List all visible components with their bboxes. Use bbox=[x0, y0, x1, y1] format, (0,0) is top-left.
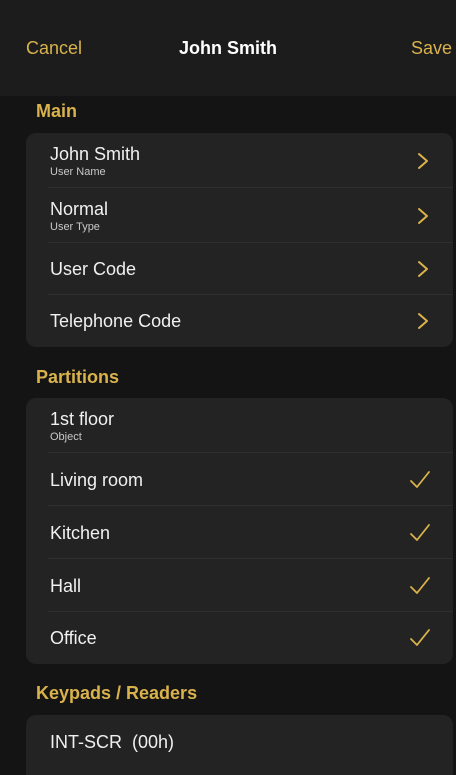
partition-row-hall[interactable]: Hall bbox=[26, 559, 453, 612]
chevron-right-icon bbox=[418, 313, 428, 329]
telephone-code-row[interactable]: Telephone Code bbox=[26, 295, 453, 347]
keypad-row-int-scr[interactable]: INT-SCR (00h) bbox=[26, 715, 453, 769]
page-title: John Smith bbox=[179, 38, 277, 58]
keypads-card: INT-SCR (00h) bbox=[26, 715, 453, 775]
checkmark-icon bbox=[410, 629, 430, 646]
user-name-value: John Smith bbox=[50, 143, 141, 164]
user-type-row[interactable]: Normal User Type bbox=[26, 188, 453, 243]
checkmark-icon bbox=[410, 576, 430, 594]
chevron-right-icon bbox=[418, 152, 428, 169]
partition-label: Living room bbox=[50, 469, 144, 490]
chevron-right-icon bbox=[418, 261, 428, 277]
partition-label: Office bbox=[50, 628, 97, 648]
section-header-partitions: Partitions bbox=[36, 367, 120, 387]
partition-row-living-room[interactable]: Living room bbox=[26, 453, 453, 506]
checkmark-icon bbox=[410, 523, 430, 541]
partitions-card: 1st floor Object Living room Kitchen Hal… bbox=[26, 398, 453, 664]
save-button[interactable]: Save bbox=[411, 37, 452, 59]
checkmark-icon bbox=[410, 470, 430, 488]
main-card: John Smith User Name Normal User Type Us… bbox=[26, 133, 453, 347]
telephone-code-label: Telephone Code bbox=[50, 311, 182, 331]
chevron-right-icon bbox=[418, 207, 428, 224]
user-name-caption: User Name bbox=[50, 165, 106, 178]
object-row: 1st floor Object bbox=[26, 398, 453, 453]
navigation-bar: Cancel John Smith Save bbox=[0, 0, 456, 96]
partition-label: Hall bbox=[50, 575, 82, 596]
keypad-label: INT-SCR (00h) bbox=[50, 732, 175, 752]
user-code-label: User Code bbox=[50, 259, 137, 279]
partition-row-kitchen[interactable]: Kitchen bbox=[26, 506, 453, 559]
object-caption: Object bbox=[50, 430, 82, 443]
user-code-row[interactable]: User Code bbox=[26, 243, 453, 295]
partition-label: Kitchen bbox=[50, 522, 111, 543]
user-type-value: Normal bbox=[50, 198, 109, 219]
user-name-row[interactable]: John Smith User Name bbox=[26, 133, 453, 188]
section-header-main: Main bbox=[36, 101, 78, 121]
partition-row-office[interactable]: Office bbox=[26, 612, 453, 664]
object-value: 1st floor bbox=[50, 408, 115, 429]
user-type-caption: User Type bbox=[50, 220, 100, 233]
section-header-keypads: Keypads / Readers bbox=[36, 683, 198, 703]
